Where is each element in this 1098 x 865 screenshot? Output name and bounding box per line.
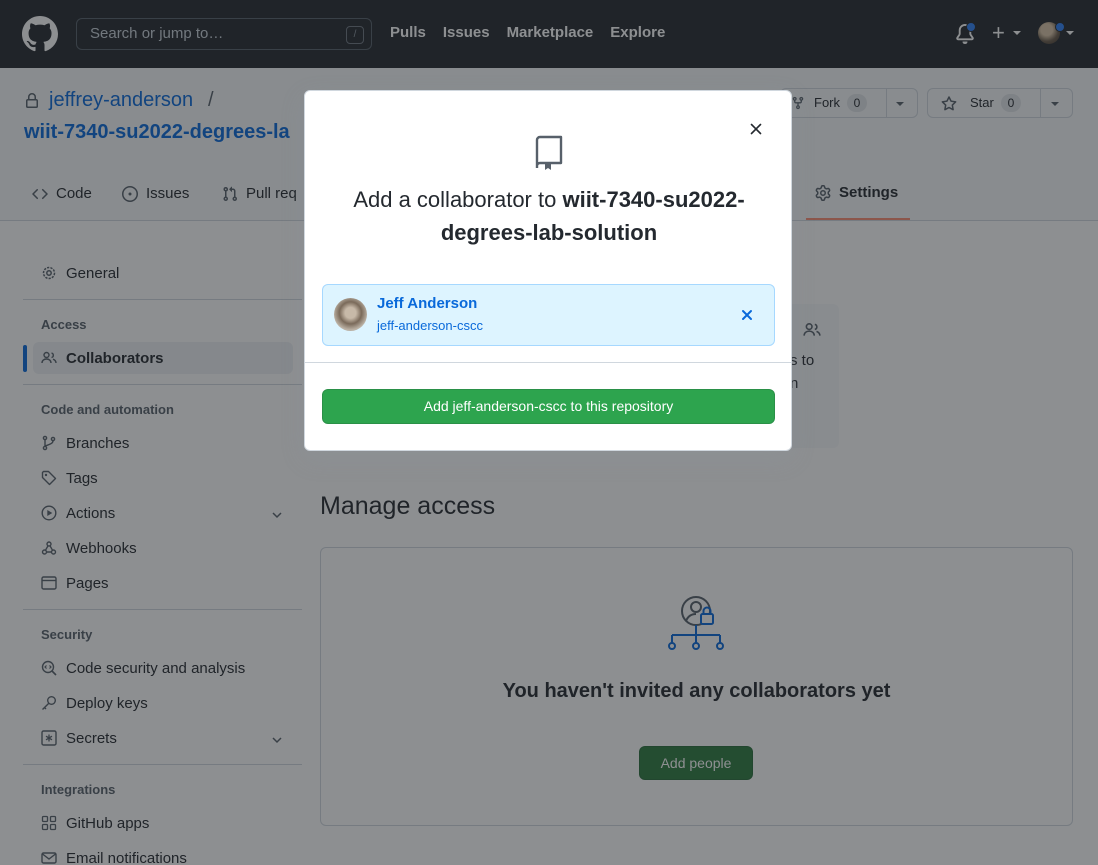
dialog-title: Add a collaborator to wiit-7340-su2022-d… xyxy=(335,183,763,249)
selected-user-card: Jeff Anderson jeff-anderson-cscc xyxy=(322,284,775,346)
avatar xyxy=(334,298,367,331)
selected-user-login[interactable]: jeff-anderson-cscc xyxy=(377,318,483,333)
dialog-title-prefix: Add a collaborator to xyxy=(353,187,563,212)
close-icon[interactable] xyxy=(748,121,764,137)
remove-user-icon[interactable] xyxy=(740,308,754,322)
add-collaborator-dialog: Add a collaborator to wiit-7340-su2022-d… xyxy=(304,90,792,451)
selected-user-name[interactable]: Jeff Anderson xyxy=(377,295,477,312)
dialog-divider xyxy=(305,362,791,363)
add-collaborator-confirm-button[interactable]: Add jeff-anderson-cscc to this repositor… xyxy=(322,389,775,424)
repo-icon xyxy=(535,135,563,170)
